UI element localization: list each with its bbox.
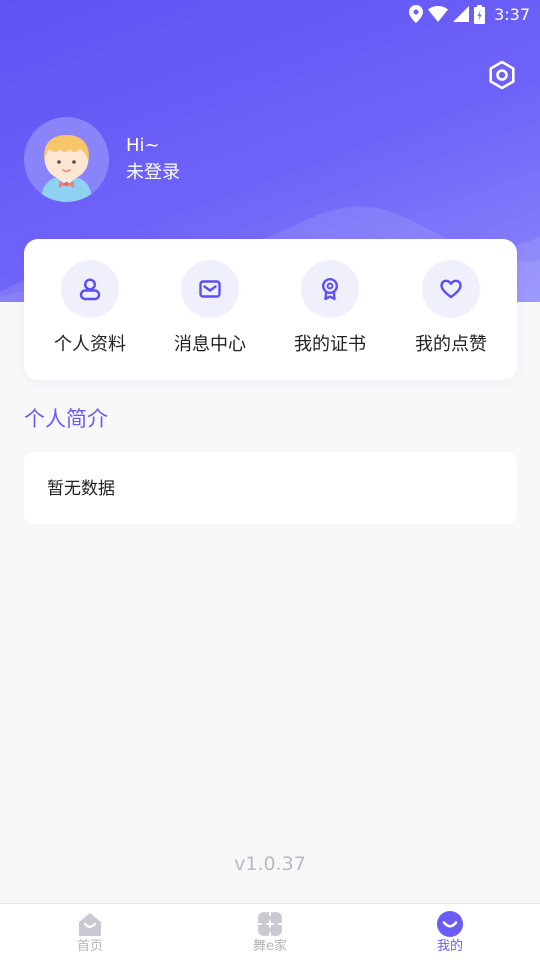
menu-item-profile[interactable]: 个人资料 <box>30 239 150 380</box>
battery-icon <box>474 4 486 24</box>
menu-item-label: 消息中心 <box>174 334 246 355</box>
menu-icon-circle <box>61 260 119 318</box>
mail-icon <box>199 280 221 298</box>
login-status-link[interactable]: 未登录 <box>126 162 180 184</box>
user-icon <box>79 278 101 301</box>
menu-item-label: 个人资料 <box>54 334 126 355</box>
tab-dance-home[interactable]: 舞e家 <box>180 904 360 960</box>
cellular-signal-icon <box>453 6 470 22</box>
settings-button[interactable] <box>486 59 518 91</box>
tab-home[interactable]: 首页 <box>0 904 180 960</box>
location-icon <box>409 5 424 23</box>
menu-icon-circle <box>181 260 239 318</box>
menu-item-label: 我的证书 <box>294 334 366 355</box>
status-bar: 3:37 <box>0 0 540 28</box>
avatar[interactable] <box>24 117 109 202</box>
grid-icon <box>258 912 282 936</box>
wifi-icon <box>428 6 449 22</box>
cartoon-avatar-icon <box>41 135 92 202</box>
tab-label: 舞e家 <box>253 939 287 954</box>
greeting-text: Hi~ <box>126 135 160 156</box>
tab-mine[interactable]: 我的 <box>360 904 540 960</box>
tab-label: 我的 <box>436 939 463 954</box>
tab-label: 首页 <box>76 939 103 954</box>
status-time: 3:37 <box>494 4 530 24</box>
menu-item-messages[interactable]: 消息中心 <box>150 239 270 380</box>
menu-icon-circle <box>422 260 480 318</box>
hexagon-settings-icon <box>489 60 515 90</box>
menu-item-certificates[interactable]: 我的证书 <box>270 239 390 380</box>
heart-icon <box>440 279 462 299</box>
smile-icon <box>437 911 463 937</box>
app-version: v1.0.37 <box>234 853 306 875</box>
home-icon <box>79 913 101 936</box>
certificate-icon <box>321 277 339 301</box>
menu-item-likes[interactable]: 我的点赞 <box>391 239 511 380</box>
intro-empty-text: 暂无数据 <box>47 479 115 499</box>
bottom-tab-bar: 首页 舞e家 我的 <box>0 903 540 960</box>
intro-section-title: 个人简介 <box>24 407 108 431</box>
menu-item-label: 我的点赞 <box>415 334 487 355</box>
menu-card: 个人资料 消息中心 我的证书 我的点赞 <box>24 239 517 380</box>
intro-card: 暂无数据 <box>24 452 517 524</box>
menu-icon-circle <box>301 260 359 318</box>
